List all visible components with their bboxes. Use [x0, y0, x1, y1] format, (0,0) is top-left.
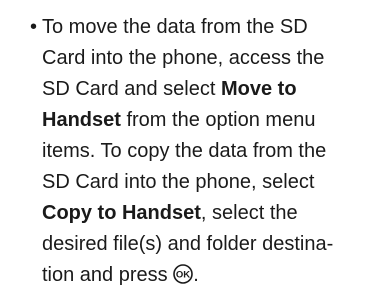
text-line: items. To copy the data from the	[42, 136, 350, 167]
text-line: Handset from the option menu	[42, 105, 350, 136]
bullet-marker: •	[30, 16, 38, 38]
ok-key-icon: OK	[173, 264, 194, 284]
text-line: SD Card into the phone, select	[42, 167, 350, 198]
instruction-text: To move the data from the SD Card into th…	[42, 12, 350, 291]
text-segment: .	[193, 264, 199, 286]
text-segment: , select the	[200, 202, 298, 224]
ok-key-label: OK	[176, 270, 190, 281]
text-line: tion and press OK.	[42, 260, 350, 291]
text-segment: tion and press	[42, 264, 174, 286]
instruction-item: • To move the data from the SD Card into …	[30, 12, 350, 291]
manual-page: • To move the data from the SD Card into …	[0, 0, 375, 286]
text-segment: items. To copy the data from the	[42, 140, 327, 162]
text-line: To move the data from the SD	[42, 12, 350, 43]
text-segment: SD Card and select	[42, 78, 221, 100]
text-segment: from the option menu	[120, 109, 316, 131]
menu-item-name: Copy to Handset	[42, 202, 201, 224]
text-segment: To move the data from the SD	[42, 16, 308, 38]
text-line: Card into the phone, access the	[42, 43, 350, 74]
text-line: desired file(s) and folder destina-	[42, 229, 350, 260]
menu-item-name: Move to	[220, 78, 297, 100]
text-line: Copy to Handset, select the	[42, 198, 350, 229]
text-segment: Card into the phone, access the	[42, 47, 325, 69]
text-line: SD Card and select Move to	[42, 74, 350, 105]
text-segment: SD Card into the phone, select	[42, 171, 315, 193]
menu-item-name: Handset	[42, 109, 121, 131]
text-segment: desired file(s) and folder destina-	[42, 233, 334, 255]
